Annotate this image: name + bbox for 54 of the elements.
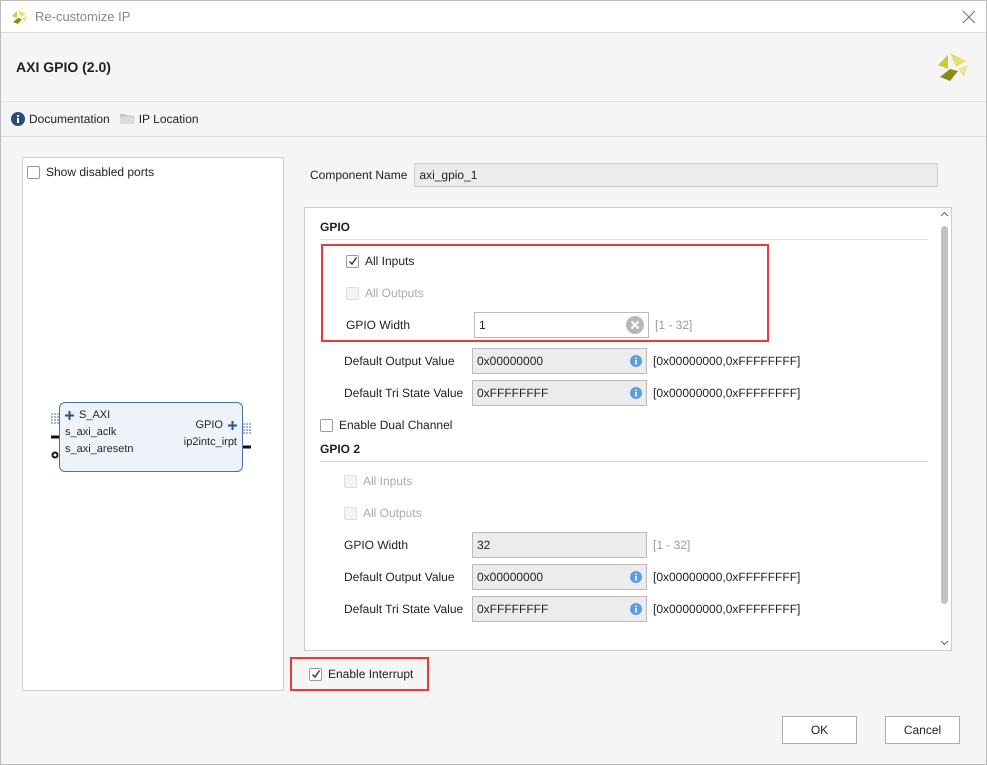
plus-icon (228, 420, 237, 430)
field-label: Default Output Value (344, 354, 456, 368)
clear-icon[interactable] (626, 316, 644, 334)
range-hint: [0x00000000,0xFFFFFFFF] (653, 602, 800, 616)
info-icon (630, 355, 642, 367)
dialog-button[interactable]: Cancel (885, 716, 960, 744)
bus-pin-icon (243, 422, 251, 436)
link[interactable]: Documentation (11, 112, 110, 126)
bus-pin-icon (51, 412, 59, 426)
input-field[interactable]: 1 (474, 312, 649, 338)
port-label: GPIO (195, 419, 223, 431)
ip-block[interactable]: S_AXI s_axi_aclk s_axi_aresetn GPIO ip2intc_irpt (59, 402, 243, 472)
ip-title: AXI GPIO (2.0) (16, 59, 111, 75)
field-label: Default Tri State Value (344, 386, 464, 400)
checkbox[interactable] (346, 254, 359, 268)
port-label: S_AXI (79, 409, 110, 421)
info-icon (630, 571, 642, 583)
range-hint: [1 - 32] (653, 538, 690, 552)
range-hint: [0x00000000,0xFFFFFFFF] (653, 570, 800, 584)
checkbox-label: Enable Interrupt (328, 667, 414, 681)
checkbox-label: All Inputs (363, 474, 412, 488)
info-icon (630, 603, 642, 615)
checkbox-label: All Inputs (365, 254, 414, 268)
field-label: Default Output Value (344, 570, 456, 584)
port-label: s_axi_aresetn (65, 443, 134, 455)
checkbox-label: Enable Dual Channel (339, 418, 452, 432)
checkbox-label: All Outputs (365, 286, 424, 300)
port-label: s_axi_aclk (65, 426, 116, 438)
section-title: GPIO 2 (320, 442, 928, 462)
vendor-logo-icon (936, 51, 968, 83)
section-title: GPIO (320, 220, 928, 240)
checkbox-label: Show disabled ports (46, 165, 154, 179)
folder-icon (120, 113, 135, 125)
info-icon (11, 112, 25, 126)
range-hint: [1 - 32] (655, 318, 692, 332)
plus-icon (65, 410, 74, 420)
checkbox[interactable] (309, 668, 322, 680)
app-logo-icon (11, 8, 27, 24)
range-hint: [0x00000000,0xFFFFFFFF] (653, 386, 800, 400)
field-label: GPIO Width (346, 318, 412, 332)
field-label: Component Name (310, 168, 408, 182)
info-icon (630, 387, 642, 399)
close-button[interactable] (962, 10, 976, 24)
window-title: Re-customize IP (35, 9, 132, 24)
field-label: Default Tri State Value (344, 602, 464, 616)
range-hint: [0x00000000,0xFFFFFFFF] (653, 354, 800, 368)
checkbox[interactable] (27, 166, 40, 178)
port-label: ip2intc_irpt (184, 436, 237, 448)
checkbox-label: All Outputs (363, 506, 422, 520)
link[interactable]: IP Location (120, 112, 199, 126)
component-name-field[interactable]: axi_gpio_1 (414, 163, 938, 187)
field-label: GPIO Width (344, 538, 410, 552)
checkbox[interactable] (320, 418, 333, 432)
dialog-button[interactable]: OK (782, 716, 857, 744)
